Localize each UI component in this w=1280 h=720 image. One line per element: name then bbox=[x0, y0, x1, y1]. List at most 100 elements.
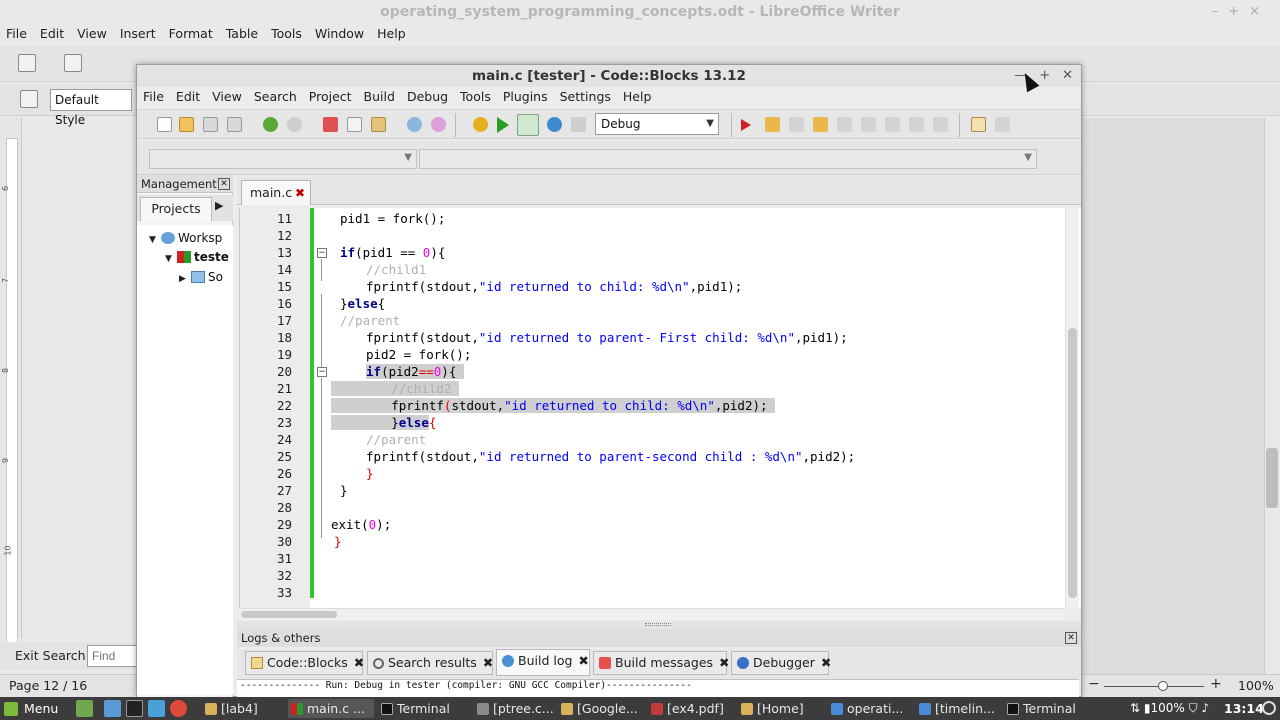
build-icon[interactable] bbox=[473, 117, 488, 132]
debugging-windows-icon[interactable] bbox=[971, 117, 986, 132]
task-ptree[interactable]: [ptree.c... bbox=[474, 699, 554, 718]
editor-horizontal-scrollbar[interactable] bbox=[239, 608, 1065, 620]
task-timeline[interactable]: [timelin... bbox=[916, 699, 1002, 718]
lo-menu-view[interactable]: View bbox=[77, 24, 107, 44]
task-google[interactable]: [Google... bbox=[558, 699, 644, 718]
lo-menu-window[interactable]: Window bbox=[315, 24, 364, 44]
cb-menu-tools[interactable]: Tools bbox=[460, 87, 491, 107]
start-menu-button[interactable]: Menu bbox=[4, 699, 58, 718]
code-editor[interactable]: 11 12 13 14 15 16 17 18 19 20 21 22 23 2… bbox=[239, 208, 1081, 608]
tab-scroll-right-icon[interactable]: ▶ bbox=[215, 199, 223, 212]
cb-menu-view[interactable]: View bbox=[212, 87, 242, 107]
open-file-icon[interactable] bbox=[179, 117, 194, 132]
cb-menu-edit[interactable]: Edit bbox=[176, 87, 200, 107]
splitter-grip[interactable] bbox=[645, 623, 671, 626]
battery-level[interactable]: 100% bbox=[1151, 701, 1185, 715]
debug-icon[interactable] bbox=[741, 119, 751, 131]
build-target-select[interactable]: Debug ▼ bbox=[595, 113, 719, 135]
step-into-instruction-icon[interactable] bbox=[885, 117, 900, 132]
close-tab-icon[interactable]: ✖ bbox=[354, 652, 364, 674]
close-tab-icon[interactable]: ✖ bbox=[821, 652, 831, 674]
task-ex4-pdf[interactable]: [ex4.pdf] bbox=[648, 699, 740, 718]
templates-icon[interactable] bbox=[64, 54, 82, 72]
libreoffice-window-controls[interactable]: –+× bbox=[1212, 4, 1270, 19]
lo-menu-help[interactable]: Help bbox=[377, 24, 406, 44]
tab-build-log[interactable]: Build log ✖ bbox=[496, 649, 590, 676]
scope-combo[interactable]: ▼ bbox=[149, 149, 417, 169]
cb-menu-file[interactable]: File bbox=[143, 87, 164, 107]
function-combo[interactable]: ▼ bbox=[419, 149, 1037, 169]
cb-menu-build[interactable]: Build bbox=[364, 87, 395, 107]
volume-icon[interactable]: ♪ bbox=[1201, 701, 1209, 715]
settings-icon[interactable] bbox=[104, 700, 121, 717]
find-input[interactable] bbox=[87, 645, 137, 667]
panel-splitter[interactable] bbox=[237, 621, 1081, 629]
power-icon[interactable] bbox=[1262, 701, 1276, 715]
scrollbar-thumb[interactable] bbox=[241, 611, 337, 618]
shield-icon[interactable]: ⛉ bbox=[1189, 701, 1198, 715]
break-debugger-icon[interactable] bbox=[909, 117, 924, 132]
task-libreoffice[interactable]: operati... bbox=[828, 699, 914, 718]
rebuild-icon[interactable] bbox=[547, 117, 562, 132]
zoom-track[interactable] bbox=[1104, 686, 1204, 687]
zoom-knob[interactable] bbox=[1158, 681, 1168, 691]
task-lab4[interactable]: [lab4] bbox=[202, 699, 284, 718]
lo-menu-table[interactable]: Table bbox=[226, 24, 258, 44]
lo-menu-insert[interactable]: Insert bbox=[120, 24, 156, 44]
tab-build-messages[interactable]: Build messages ✖ bbox=[593, 651, 730, 675]
replace-icon[interactable] bbox=[431, 117, 446, 132]
zoom-in-icon[interactable]: + bbox=[1210, 676, 1222, 692]
close-tab-icon[interactable]: ✖ bbox=[483, 652, 493, 674]
lo-menu-format[interactable]: Format bbox=[169, 24, 213, 44]
cut-icon[interactable] bbox=[323, 117, 338, 132]
paste-icon[interactable] bbox=[371, 117, 386, 132]
editor-vertical-scrollbar[interactable] bbox=[1065, 208, 1079, 608]
network-icon[interactable]: ⇅ bbox=[1130, 701, 1140, 715]
step-into-icon[interactable] bbox=[813, 117, 828, 132]
tab-projects[interactable]: Projects bbox=[140, 197, 212, 221]
fold-toggle-icon[interactable]: − bbox=[317, 248, 327, 258]
tab-search-results[interactable]: Search results ✖ bbox=[367, 651, 493, 675]
tree-item-sources[interactable]: ▶ So bbox=[179, 268, 223, 286]
scrollbar-thumb[interactable] bbox=[1266, 448, 1278, 508]
task-codeblocks[interactable]: main.c ... bbox=[288, 699, 374, 718]
task-terminal-2[interactable]: Terminal bbox=[1004, 699, 1092, 718]
redo-icon[interactable] bbox=[287, 117, 302, 132]
scrollbar-thumb[interactable] bbox=[1068, 328, 1077, 598]
close-tab-icon[interactable]: ✖ bbox=[578, 650, 588, 672]
run-icon[interactable] bbox=[497, 117, 509, 133]
cb-menu-debug[interactable]: Debug bbox=[407, 87, 448, 107]
files-launcher-icon[interactable] bbox=[148, 700, 165, 717]
save-all-icon[interactable] bbox=[227, 117, 242, 132]
cb-menu-settings[interactable]: Settings bbox=[560, 87, 611, 107]
step-out-icon[interactable] bbox=[837, 117, 852, 132]
task-terminal[interactable]: Terminal bbox=[378, 699, 470, 718]
close-tab-icon[interactable]: ✖ bbox=[295, 181, 305, 205]
tab-main-c[interactable]: main.c ✖ bbox=[241, 180, 311, 205]
zoom-out-icon[interactable]: − bbox=[1088, 676, 1100, 692]
stop-debugger-icon[interactable] bbox=[933, 117, 948, 132]
tab-codeblocks-log[interactable]: Code::Blocks ✖ bbox=[245, 651, 364, 675]
lo-menu-edit[interactable]: Edit bbox=[40, 24, 64, 44]
close-tab-icon[interactable]: ✖ bbox=[719, 652, 729, 674]
save-icon[interactable] bbox=[203, 117, 218, 132]
undo-icon[interactable] bbox=[263, 117, 278, 132]
chrome-launcher-icon[interactable] bbox=[170, 700, 187, 717]
tree-item-workspace[interactable]: ▼ Worksp bbox=[149, 229, 222, 247]
show-desktop-icon[interactable] bbox=[76, 700, 93, 717]
expand-arrow-icon[interactable]: ▼ bbox=[165, 250, 177, 268]
close-icon[interactable]: ✕ bbox=[1065, 632, 1077, 644]
fold-toggle-icon[interactable]: − bbox=[317, 367, 327, 377]
battery-icon[interactable]: ▮ bbox=[1144, 701, 1151, 715]
tree-item-project[interactable]: ▼ teste bbox=[165, 248, 229, 266]
cb-menu-plugins[interactable]: Plugins bbox=[503, 87, 548, 107]
maximize-icon[interactable]: + bbox=[1039, 67, 1050, 85]
paragraph-style-select[interactable]: Default Style bbox=[50, 89, 132, 127]
next-line-icon[interactable] bbox=[789, 117, 804, 132]
find-icon[interactable] bbox=[407, 117, 422, 132]
lo-menu-tools[interactable]: Tools bbox=[271, 24, 302, 44]
close-icon[interactable]: ✕ bbox=[218, 178, 230, 190]
build-and-run-icon[interactable] bbox=[517, 114, 539, 136]
zoom-slider[interactable]: − + 100% bbox=[1082, 676, 1280, 694]
close-icon[interactable]: ✕ bbox=[1062, 67, 1073, 85]
